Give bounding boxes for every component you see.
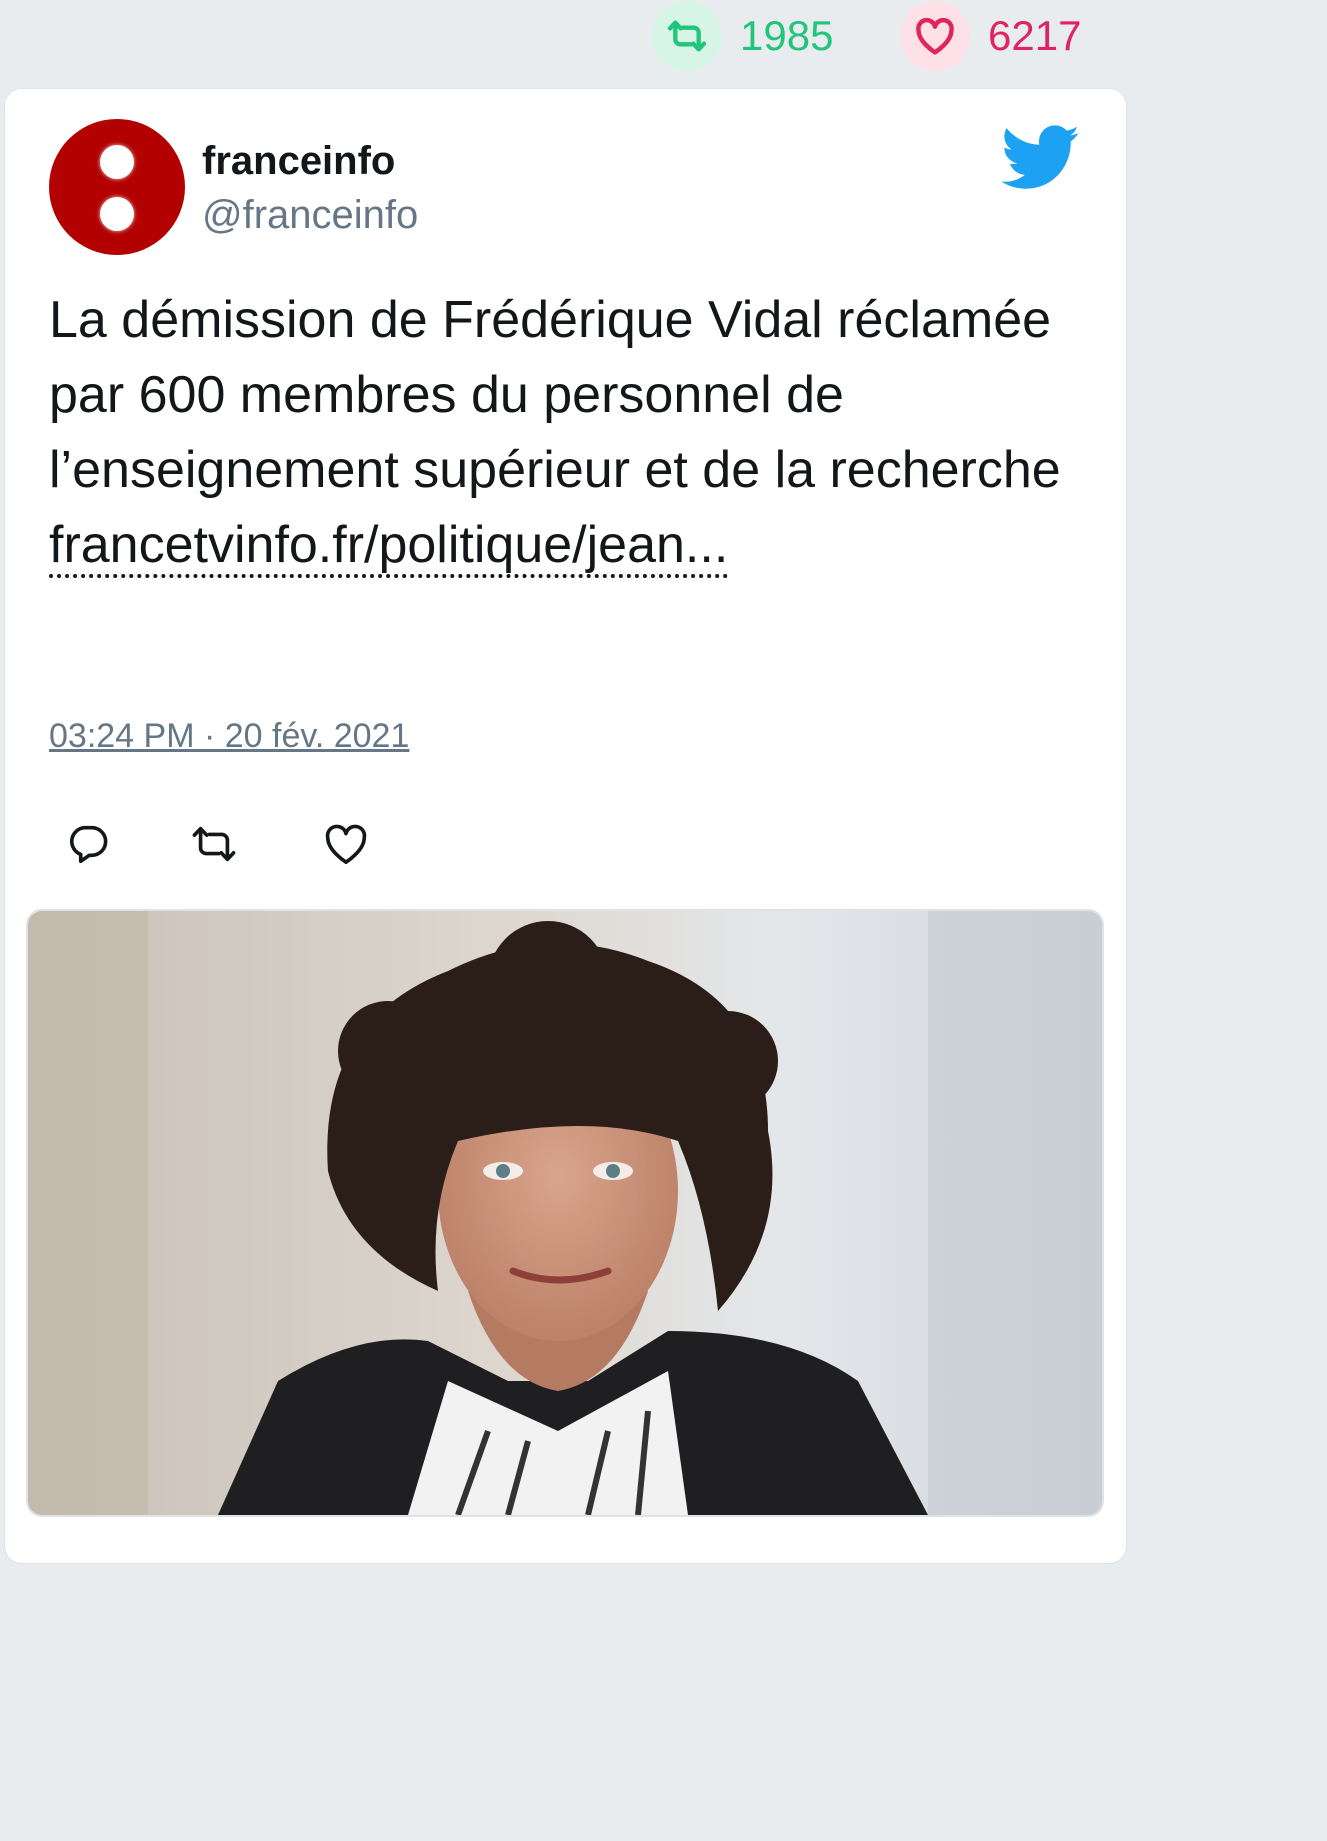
twitter-bird-icon[interactable] (1001, 125, 1081, 191)
engagement-stats: 1985 6217 (0, 0, 1130, 72)
heart-icon[interactable] (323, 821, 369, 867)
author-name[interactable]: franceinfo (202, 139, 395, 184)
author-handle[interactable]: @franceinfo (202, 193, 418, 238)
portrait-photo (28, 911, 1102, 1515)
reply-icon[interactable] (65, 821, 111, 867)
retweet-icon[interactable] (189, 821, 236, 867)
retweet-count: 1985 (740, 12, 834, 59)
tweet-link[interactable]: francetvinfo.fr/politique/jean... (49, 516, 729, 578)
avatar[interactable] (49, 119, 185, 255)
heart-icon (900, 1, 970, 71)
like-count: 6217 (988, 12, 1082, 59)
retweet-icon (652, 1, 722, 71)
tweet-text: La démission de Frédérique Vidal réclamé… (49, 283, 1089, 583)
retweet-count-stat[interactable]: 1985 (652, 0, 833, 72)
tweet-body: La démission de Frédérique Vidal réclamé… (49, 291, 1061, 499)
avatar-logo-dot-top (100, 145, 134, 179)
tweet-actions (65, 821, 395, 871)
like-count-stat[interactable]: 6217 (900, 0, 1081, 72)
tweet-card: franceinfo @franceinfo La démission de F… (4, 88, 1127, 1564)
avatar-logo-dot-bottom (100, 197, 134, 231)
page: 1985 6217 franceinfo @franceinfo La démi… (0, 0, 1130, 1568)
tweet-timestamp[interactable]: 03:24 PM · 20 fév. 2021 (49, 717, 409, 756)
tweet-media-photo[interactable] (26, 909, 1104, 1517)
